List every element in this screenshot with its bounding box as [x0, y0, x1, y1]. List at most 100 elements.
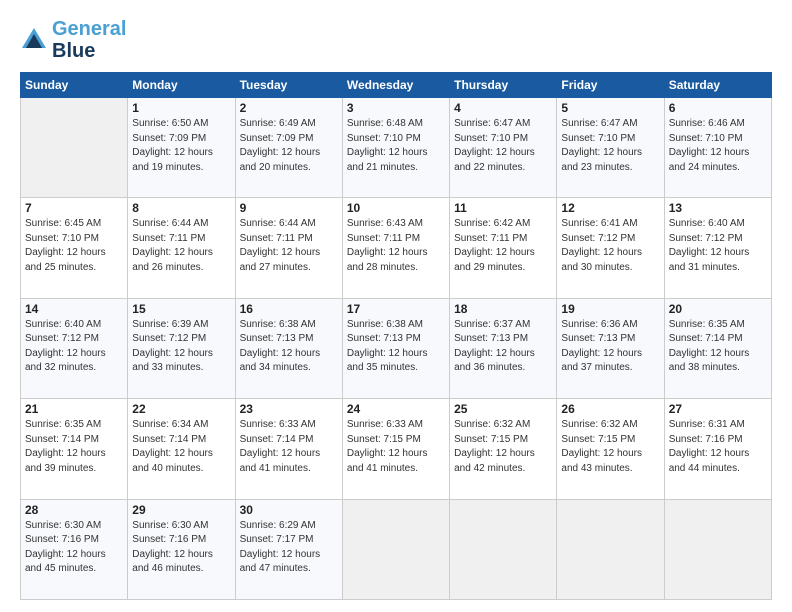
calendar-cell: 25Sunrise: 6:32 AM Sunset: 7:15 PM Dayli…	[450, 399, 557, 499]
calendar-cell: 19 Sunrise: 6:36 AM Sunset: 7:13 PM Dayli…	[557, 298, 664, 398]
calendar-week-row: 21 Sunrise: 6:35 AM Sunset: 7:14 PM Dayli…	[21, 399, 772, 499]
day-info: Sunrise: 6:34 AM Sunset: 7:14 PM Dayligh…	[132, 418, 230, 476]
calendar-cell: 8Sunrise: 6:44 AM Sunset: 7:11 PM Daylig…	[128, 198, 235, 298]
calendar-cell	[557, 499, 664, 599]
day-number: 28	[25, 503, 123, 517]
calendar-cell: 6 Sunrise: 6:46 AM Sunset: 7:10 PM Daylig…	[664, 98, 771, 198]
day-info: Sunrise: 6:32 AM Sunset: 7:15 PM Dayligh…	[454, 418, 552, 476]
calendar-cell: 27 Sunrise: 6:31 AM Sunset: 7:16 PM Dayli…	[664, 399, 771, 499]
day-number: 15	[132, 302, 230, 316]
calendar-cell: 12 Sunrise: 6:41 AM Sunset: 7:12 PM Dayli…	[557, 198, 664, 298]
day-of-week-header: Thursday	[450, 73, 557, 98]
day-info: Sunrise: 6:45 AM Sunset: 7:10 PM Dayligh…	[25, 217, 123, 275]
day-number: 4	[454, 101, 552, 115]
day-info: Sunrise: 6:38 AM Sunset: 7:13 PM Dayligh…	[240, 318, 338, 376]
day-number: 23	[240, 402, 338, 416]
calendar-cell: 10 Sunrise: 6:43 AM Sunset: 7:11 PM Dayli…	[342, 198, 449, 298]
calendar-cell: 29 Sunrise: 6:30 AM Sunset: 7:16 PM Dayli…	[128, 499, 235, 599]
calendar-cell: 7Sunrise: 6:45 AM Sunset: 7:10 PM Daylig…	[21, 198, 128, 298]
day-info: Sunrise: 6:40 AM Sunset: 7:12 PM Dayligh…	[669, 217, 767, 275]
day-info: Sunrise: 6:30 AM Sunset: 7:16 PM Dayligh…	[132, 519, 230, 577]
calendar-cell: 3 Sunrise: 6:48 AM Sunset: 7:10 PM Daylig…	[342, 98, 449, 198]
day-info: Sunrise: 6:35 AM Sunset: 7:14 PM Dayligh…	[25, 418, 123, 476]
day-number: 20	[669, 302, 767, 316]
calendar-cell: 16 Sunrise: 6:38 AM Sunset: 7:13 PM Dayli…	[235, 298, 342, 398]
day-of-week-header: Saturday	[664, 73, 771, 98]
calendar-table: SundayMondayTuesdayWednesdayThursdayFrid…	[20, 72, 772, 600]
day-info: Sunrise: 6:36 AM Sunset: 7:13 PM Dayligh…	[561, 318, 659, 376]
day-of-week-header: Friday	[557, 73, 664, 98]
calendar-cell: 17 Sunrise: 6:38 AM Sunset: 7:13 PM Dayli…	[342, 298, 449, 398]
calendar-cell: 18 Sunrise: 6:37 AM Sunset: 7:13 PM Dayli…	[450, 298, 557, 398]
calendar-cell: 30Sunrise: 6:29 AM Sunset: 7:17 PM Dayli…	[235, 499, 342, 599]
day-info: Sunrise: 6:49 AM Sunset: 7:09 PM Dayligh…	[240, 117, 338, 175]
day-info: Sunrise: 6:47 AM Sunset: 7:10 PM Dayligh…	[454, 117, 552, 175]
day-info: Sunrise: 6:41 AM Sunset: 7:12 PM Dayligh…	[561, 217, 659, 275]
day-info: Sunrise: 6:33 AM Sunset: 7:14 PM Dayligh…	[240, 418, 338, 476]
day-of-week-header: Monday	[128, 73, 235, 98]
calendar-cell: 4 Sunrise: 6:47 AM Sunset: 7:10 PM Daylig…	[450, 98, 557, 198]
calendar-cell: 23 Sunrise: 6:33 AM Sunset: 7:14 PM Dayli…	[235, 399, 342, 499]
day-info: Sunrise: 6:48 AM Sunset: 7:10 PM Dayligh…	[347, 117, 445, 175]
day-number: 22	[132, 402, 230, 416]
calendar-cell	[21, 98, 128, 198]
day-number: 14	[25, 302, 123, 316]
day-of-week-header: Tuesday	[235, 73, 342, 98]
day-info: Sunrise: 6:43 AM Sunset: 7:11 PM Dayligh…	[347, 217, 445, 275]
day-info: Sunrise: 6:42 AM Sunset: 7:11 PM Dayligh…	[454, 217, 552, 275]
calendar-cell: 26 Sunrise: 6:32 AM Sunset: 7:15 PM Dayli…	[557, 399, 664, 499]
calendar-header-row: SundayMondayTuesdayWednesdayThursdayFrid…	[21, 73, 772, 98]
calendar-cell	[450, 499, 557, 599]
day-info: Sunrise: 6:47 AM Sunset: 7:10 PM Dayligh…	[561, 117, 659, 175]
calendar-cell: 15 Sunrise: 6:39 AM Sunset: 7:12 PM Dayli…	[128, 298, 235, 398]
calendar-cell: 5 Sunrise: 6:47 AM Sunset: 7:10 PM Daylig…	[557, 98, 664, 198]
day-info: Sunrise: 6:30 AM Sunset: 7:16 PM Dayligh…	[25, 519, 123, 577]
calendar-cell: 22 Sunrise: 6:34 AM Sunset: 7:14 PM Dayli…	[128, 399, 235, 499]
logo: GeneralBlue	[20, 18, 126, 62]
calendar-cell: 1 Sunrise: 6:50 AM Sunset: 7:09 PM Daylig…	[128, 98, 235, 198]
calendar-cell: 14Sunrise: 6:40 AM Sunset: 7:12 PM Dayli…	[21, 298, 128, 398]
calendar-cell: 21 Sunrise: 6:35 AM Sunset: 7:14 PM Dayli…	[21, 399, 128, 499]
day-number: 5	[561, 101, 659, 115]
day-number: 27	[669, 402, 767, 416]
day-number: 10	[347, 201, 445, 215]
day-number: 11	[454, 201, 552, 215]
day-info: Sunrise: 6:37 AM Sunset: 7:13 PM Dayligh…	[454, 318, 552, 376]
calendar-week-row: 7Sunrise: 6:45 AM Sunset: 7:10 PM Daylig…	[21, 198, 772, 298]
day-info: Sunrise: 6:46 AM Sunset: 7:10 PM Dayligh…	[669, 117, 767, 175]
calendar-cell: 20 Sunrise: 6:35 AM Sunset: 7:14 PM Dayli…	[664, 298, 771, 398]
calendar-week-row: 14Sunrise: 6:40 AM Sunset: 7:12 PM Dayli…	[21, 298, 772, 398]
day-number: 3	[347, 101, 445, 115]
day-number: 1	[132, 101, 230, 115]
day-number: 17	[347, 302, 445, 316]
day-number: 6	[669, 101, 767, 115]
calendar-cell: 28 Sunrise: 6:30 AM Sunset: 7:16 PM Dayli…	[21, 499, 128, 599]
day-number: 12	[561, 201, 659, 215]
day-info: Sunrise: 6:31 AM Sunset: 7:16 PM Dayligh…	[669, 418, 767, 476]
day-number: 2	[240, 101, 338, 115]
day-number: 29	[132, 503, 230, 517]
calendar-cell: 9Sunrise: 6:44 AM Sunset: 7:11 PM Daylig…	[235, 198, 342, 298]
calendar-cell: 2 Sunrise: 6:49 AM Sunset: 7:09 PM Daylig…	[235, 98, 342, 198]
calendar-week-row: 28 Sunrise: 6:30 AM Sunset: 7:16 PM Dayli…	[21, 499, 772, 599]
day-number: 30	[240, 503, 338, 517]
day-number: 21	[25, 402, 123, 416]
day-number: 26	[561, 402, 659, 416]
page: GeneralBlue SundayMondayTuesdayWednesday…	[0, 0, 792, 612]
calendar-week-row: 1 Sunrise: 6:50 AM Sunset: 7:09 PM Daylig…	[21, 98, 772, 198]
day-number: 19	[561, 302, 659, 316]
day-info: Sunrise: 6:32 AM Sunset: 7:15 PM Dayligh…	[561, 418, 659, 476]
day-info: Sunrise: 6:44 AM Sunset: 7:11 PM Dayligh…	[240, 217, 338, 275]
day-info: Sunrise: 6:35 AM Sunset: 7:14 PM Dayligh…	[669, 318, 767, 376]
day-info: Sunrise: 6:39 AM Sunset: 7:12 PM Dayligh…	[132, 318, 230, 376]
day-number: 24	[347, 402, 445, 416]
day-number: 16	[240, 302, 338, 316]
day-info: Sunrise: 6:44 AM Sunset: 7:11 PM Dayligh…	[132, 217, 230, 275]
day-info: Sunrise: 6:50 AM Sunset: 7:09 PM Dayligh…	[132, 117, 230, 175]
day-of-week-header: Sunday	[21, 73, 128, 98]
calendar-cell: 24Sunrise: 6:33 AM Sunset: 7:15 PM Dayli…	[342, 399, 449, 499]
header: GeneralBlue	[20, 18, 772, 62]
day-info: Sunrise: 6:38 AM Sunset: 7:13 PM Dayligh…	[347, 318, 445, 376]
day-number: 18	[454, 302, 552, 316]
day-number: 13	[669, 201, 767, 215]
